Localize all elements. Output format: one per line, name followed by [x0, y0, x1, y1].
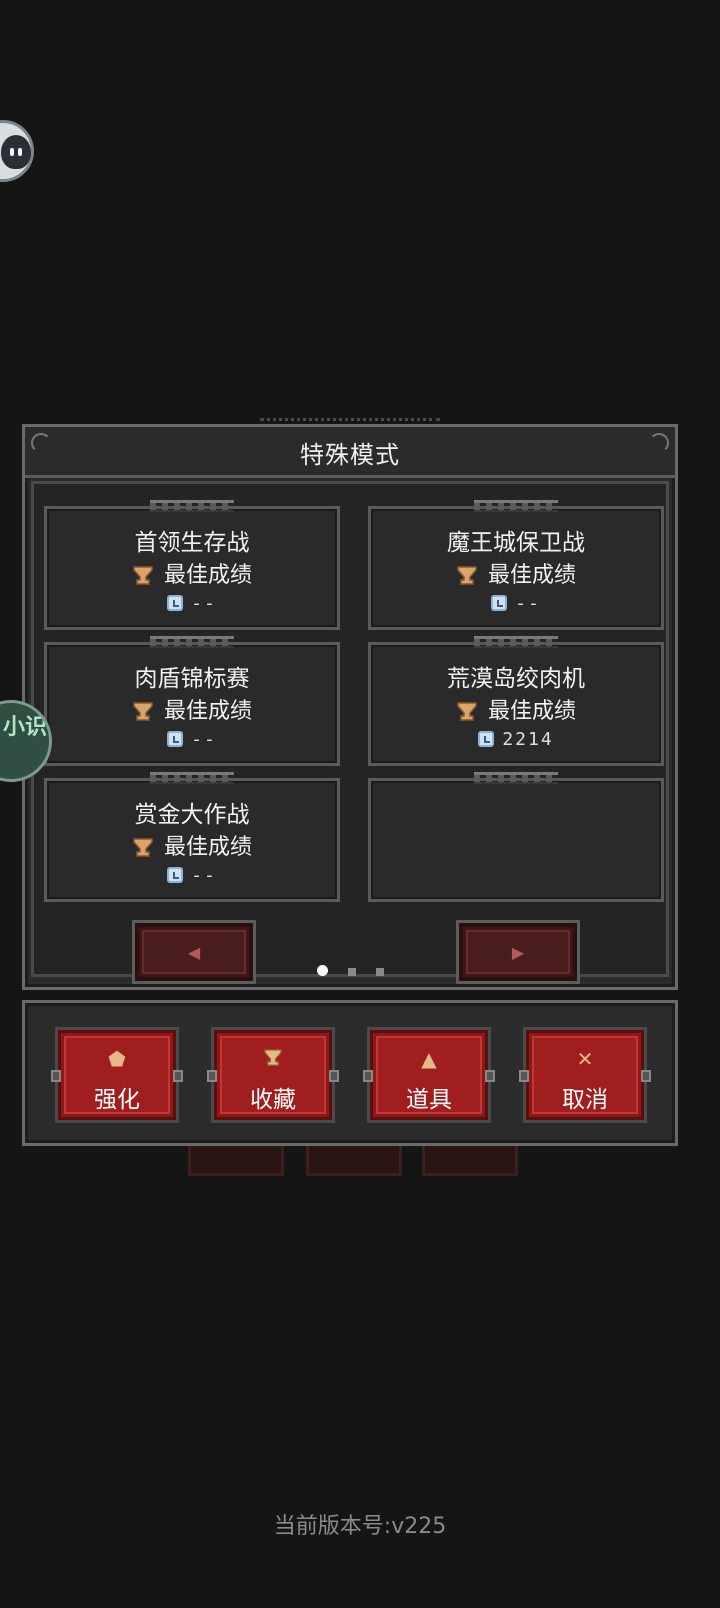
- trophy-icon: [133, 566, 153, 585]
- score-value: 2214: [502, 729, 554, 750]
- cancel-button[interactable]: ✕ 取消: [519, 1027, 651, 1123]
- clock-icon: [167, 595, 184, 611]
- dialog-title: 特殊模式: [300, 441, 400, 469]
- score-value: --: [191, 593, 217, 614]
- card-clip-icon: [474, 500, 558, 512]
- best-score-label: 最佳成绩: [487, 699, 576, 724]
- best-score-row: 最佳成绩: [371, 557, 661, 589]
- page-dot: [347, 968, 356, 976]
- mode-card-castle-defense[interactable]: 魔王城保卫战 最佳成绩 --: [368, 500, 664, 630]
- version-label: 当前版本号:v225: [273, 1514, 447, 1539]
- score-row: --: [47, 593, 337, 614]
- best-score-row: 最佳成绩: [47, 829, 337, 861]
- mode-card-boss-survival[interactable]: 首领生存战 最佳成绩 --: [44, 500, 340, 630]
- arrow-right-icon: ▶: [511, 942, 525, 962]
- clock-icon: [167, 867, 184, 883]
- floating-assistant-bubble[interactable]: [0, 120, 34, 182]
- card-clip-icon: [150, 500, 234, 512]
- clock-icon: [491, 595, 508, 611]
- mode-name: 首领生存战: [134, 530, 250, 556]
- trophy-icon: [133, 702, 153, 721]
- upgrade-icon: ⬟: [108, 1047, 126, 1071]
- special-mode-dialog: 特殊模式 首领生存战 最佳成绩 -- 魔王城保卫战 最佳成绩 -- 肉盾锦标赛 …: [22, 424, 678, 990]
- items-label: 道具: [406, 1087, 452, 1113]
- page-dot: [375, 968, 384, 976]
- mode-name: 魔王城保卫战: [447, 530, 585, 556]
- upgrade-button[interactable]: ⬟ 强化: [51, 1027, 183, 1123]
- collection-label: 收藏: [250, 1087, 296, 1113]
- close-icon: ✕: [576, 1047, 594, 1071]
- collection-button[interactable]: 收藏: [207, 1027, 339, 1123]
- score-value: --: [191, 865, 217, 886]
- card-clip-icon: [474, 636, 558, 648]
- background-button: [306, 1145, 402, 1176]
- items-button[interactable]: ▲ 道具: [363, 1027, 495, 1123]
- background-button: [188, 1145, 284, 1176]
- best-score-row: 最佳成绩: [47, 693, 337, 725]
- score-value: --: [191, 729, 217, 750]
- card-clip-icon: [474, 772, 558, 784]
- bottom-toolbar: ⬟ 强化 收藏 ▲ 道具 ✕ 取消: [22, 1000, 678, 1146]
- mode-card-desert-island[interactable]: 荒漠岛绞肉机 最佳成绩 2214: [368, 636, 664, 766]
- mode-card-bounty-battle[interactable]: 赏金大作战 最佳成绩 --: [44, 772, 340, 902]
- best-score-label: 最佳成绩: [163, 835, 252, 860]
- clock-icon: [167, 731, 184, 747]
- trophy-icon: [457, 566, 477, 585]
- upgrade-label: 强化: [94, 1087, 140, 1113]
- mode-card-empty: [368, 772, 664, 902]
- trophy-icon: [457, 702, 477, 721]
- potion-icon: ▲: [421, 1047, 437, 1071]
- score-value: --: [515, 593, 541, 614]
- arrow-left-icon: ◀: [187, 942, 201, 962]
- mode-name: 荒漠岛绞肉机: [447, 666, 585, 692]
- mode-name: 赏金大作战: [134, 802, 250, 828]
- side-widget-text: 小识: [3, 715, 48, 740]
- cancel-label: 取消: [562, 1087, 608, 1113]
- trophy-icon: [133, 838, 153, 857]
- screen: 特殊模式 首领生存战 最佳成绩 -- 魔王城保卫战 最佳成绩 -- 肉盾锦标赛 …: [0, 0, 720, 1608]
- best-score-row: 最佳成绩: [47, 557, 337, 589]
- trophy-icon: [214, 1048, 332, 1072]
- assistant-face-icon: [1, 135, 31, 169]
- page-indicator: [25, 961, 675, 980]
- score-row: 2214: [371, 729, 661, 750]
- dialog-header: 特殊模式: [25, 427, 675, 478]
- best-score-label: 最佳成绩: [163, 563, 252, 588]
- page-dot-active: [316, 965, 328, 976]
- mode-grid: 首领生存战 最佳成绩 -- 魔王城保卫战 最佳成绩 -- 肉盾锦标赛 最佳成绩: [31, 481, 669, 984]
- background-button: [422, 1145, 518, 1176]
- score-row: --: [371, 593, 661, 614]
- mode-card-tank-tournament[interactable]: 肉盾锦标赛 最佳成绩 --: [44, 636, 340, 766]
- best-score-label: 最佳成绩: [163, 699, 252, 724]
- score-row: --: [47, 729, 337, 750]
- best-score-row: 最佳成绩: [371, 693, 661, 725]
- card-clip-icon: [150, 636, 234, 648]
- mode-name: 肉盾锦标赛: [134, 666, 250, 692]
- best-score-label: 最佳成绩: [487, 563, 576, 588]
- clock-icon: [478, 731, 495, 747]
- corner-ornament-icon: [649, 433, 669, 453]
- card-clip-icon: [150, 772, 234, 784]
- score-row: --: [47, 865, 337, 886]
